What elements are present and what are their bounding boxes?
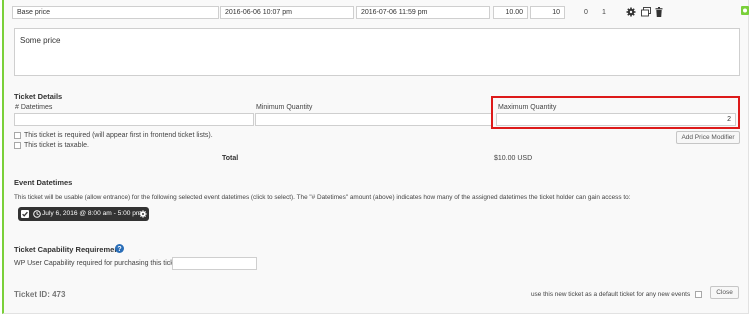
datetime-chip-label: July 6, 2016 @ 8:00 am - 5:00 pm — [42, 210, 142, 217]
ticket-id: Ticket ID: 473 — [14, 290, 66, 299]
description-textarea[interactable]: Some price — [14, 28, 740, 76]
checkbox-checked-icon — [21, 210, 29, 218]
capability-label: WP User Capability required for purchasi… — [14, 260, 182, 267]
sold-count: 0 — [584, 9, 588, 16]
total-value: $10.00 USD — [494, 155, 533, 162]
settings-icon[interactable] — [741, 6, 749, 15]
datetimes-count: 1 — [602, 9, 606, 16]
close-button[interactable]: Close — [710, 286, 739, 299]
ticket-name-input[interactable]: Base price — [12, 6, 219, 19]
max-quantity-input[interactable]: 2 — [496, 113, 736, 126]
datetimes-input[interactable] — [14, 113, 254, 126]
add-price-modifier-button[interactable]: Add Price Modifier — [676, 131, 740, 144]
capability-input[interactable] — [172, 257, 257, 270]
default-ticket-label: use this new ticket as a default ticket … — [531, 291, 691, 298]
ticket-details-heading: Ticket Details — [14, 92, 63, 101]
min-quantity-input[interactable] — [255, 113, 492, 126]
default-ticket-checkbox[interactable] — [695, 291, 702, 298]
datetimes-label: # Datetimes — [15, 104, 53, 111]
clock-icon — [33, 210, 41, 218]
total-label: Total — [222, 155, 239, 162]
end-date-input[interactable]: 2016-07-06 11:59 pm — [356, 6, 490, 19]
help-icon[interactable]: ? — [115, 244, 124, 253]
ticket-edit-panel: Base price 2016-06-06 10:07 pm 2016-07-0… — [2, 0, 749, 314]
duplicate-icon[interactable] — [641, 7, 651, 17]
taxable-label: This ticket is taxable. — [24, 142, 89, 149]
quantity-input[interactable]: 10 — [530, 6, 565, 19]
taxable-checkbox[interactable] — [14, 142, 21, 149]
chip-gear-icon[interactable] — [139, 210, 147, 218]
capability-heading: Ticket Capability Requirement — [14, 245, 122, 254]
trash-icon[interactable] — [655, 7, 663, 17]
event-datetimes-heading: Event Datetimes — [14, 178, 73, 187]
price-input[interactable]: 10.00 — [493, 6, 528, 19]
start-date-input[interactable]: 2016-06-06 10:07 pm — [220, 6, 354, 19]
required-checkbox[interactable] — [14, 132, 21, 139]
required-label: This ticket is required (will appear fir… — [24, 132, 213, 139]
svg-text:?: ? — [117, 246, 121, 253]
datetime-chip[interactable]: July 6, 2016 @ 8:00 am - 5:00 pm — [18, 207, 149, 221]
event-datetimes-description: This ticket will be usable (allow entran… — [14, 194, 631, 201]
min-quantity-label: Minimum Quantity — [256, 104, 313, 111]
gear-icon[interactable] — [626, 7, 636, 17]
max-quantity-label: Maximum Quantity — [498, 104, 557, 111]
